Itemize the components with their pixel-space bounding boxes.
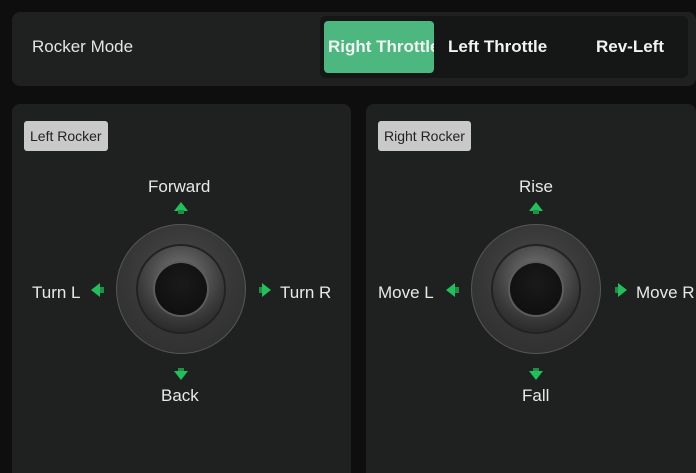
rocker-mode-label: Rocker Mode xyxy=(32,37,134,56)
right-rocker-tag: Right Rocker xyxy=(378,121,471,151)
rise-label: Rise xyxy=(519,177,554,196)
right-rocker-panel: Right Rocker Rise Move L Move R Fall xyxy=(366,104,696,473)
rocker-mode-bar: Rocker Mode Right Throttle Left Throttle… xyxy=(12,12,696,86)
back-label: Back xyxy=(161,386,199,405)
arrow-left-icon xyxy=(91,283,100,297)
mode-option-rev-left[interactable]: Rev-Left xyxy=(596,21,686,73)
left-joystick[interactable] xyxy=(116,224,246,354)
right-joystick-ring xyxy=(493,246,579,332)
fall-label: Fall xyxy=(522,386,550,405)
right-joystick-knob[interactable] xyxy=(510,263,562,315)
arrow-right-icon xyxy=(262,283,271,297)
left-rocker-tag: Left Rocker xyxy=(24,121,108,151)
right-joystick[interactable] xyxy=(471,224,601,354)
move-left-label: Move L xyxy=(378,283,434,302)
rocker-mode-selector: Right Throttle Left Throttle Rev-Left xyxy=(320,16,688,78)
left-rocker-panel: Left Rocker Forward Turn L Turn R Back xyxy=(12,104,351,473)
move-right-label: Move R xyxy=(636,283,695,302)
mode-option-left-throttle[interactable]: Left Throttle xyxy=(448,21,560,73)
arrow-left-icon xyxy=(446,283,455,297)
arrow-right-icon xyxy=(618,283,627,297)
turn-left-label: Turn L xyxy=(32,283,81,302)
arrow-down-icon xyxy=(174,371,188,380)
forward-label: Forward xyxy=(148,177,211,196)
left-joystick-knob[interactable] xyxy=(155,263,207,315)
arrow-down-icon xyxy=(529,371,543,380)
turn-right-label: Turn R xyxy=(280,283,332,302)
mode-option-right-throttle[interactable]: Right Throttle xyxy=(324,21,434,73)
left-joystick-ring xyxy=(138,246,224,332)
